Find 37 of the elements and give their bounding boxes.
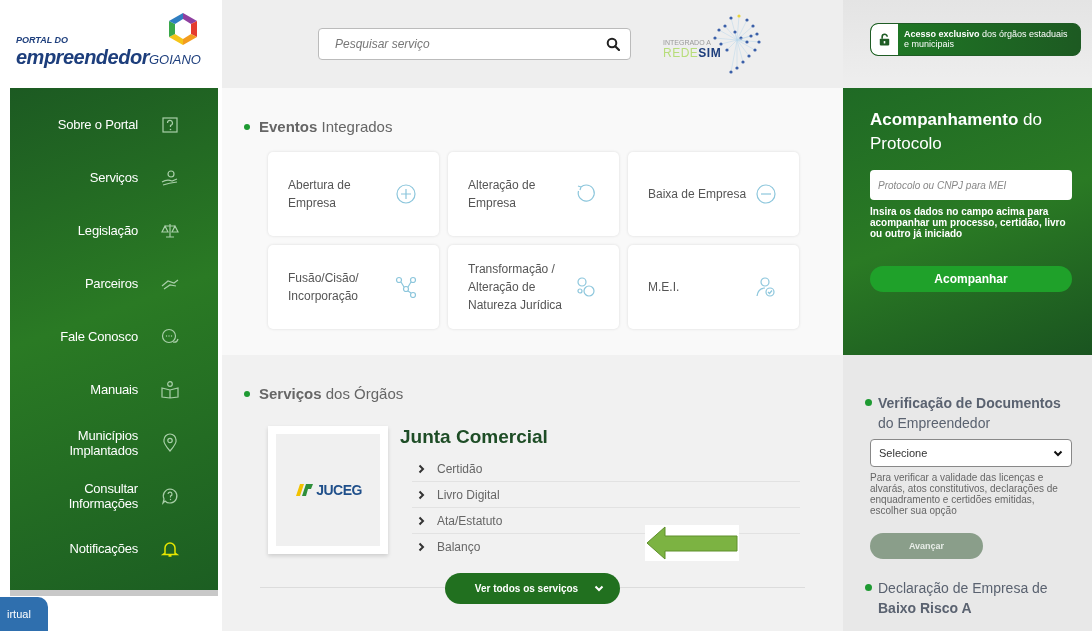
help-text: Insira os dados no campo acima para acompanhar um processo, certidão, livro ou outro já iniciado [870, 206, 1067, 239]
logo-tagline: PORTAL DO [16, 36, 68, 45]
event-card[interactable]: Baixa de Empresa [628, 152, 799, 236]
organ-name: Junta Comercial [400, 426, 549, 448]
track-button[interactable]: Acompanhar [870, 266, 1072, 292]
partner-wordmark: REDESIM [663, 45, 722, 60]
service-link[interactable]: Livro Digital [412, 482, 800, 508]
protocol-field[interactable]: Protocolo ou CNPJ para MEI [870, 170, 1072, 200]
access-button[interactable]: Acesso exclusivo dos órgãos estaduais e municipais [870, 23, 1081, 56]
section-title: Declaração de Empresa de Baixo Risco A [878, 579, 1049, 618]
sidebar-item[interactable]: Municípios Implantados [10, 416, 218, 469]
sidebar-item[interactable]: Legislação [10, 204, 218, 257]
event-card[interactable]: Abertura de Empresa [268, 152, 439, 236]
help-text: Para verificar a validade das licenças e alvarás, atos constitutivos, declarações de enquadramento e certidões emitidas, escolher sua opção [870, 472, 1059, 516]
event-card[interactable]: Transformação / Alteração de Natureza Jurídica [448, 245, 619, 329]
service-link[interactable]: Balanço [412, 534, 800, 559]
event-card[interactable]: M.E.I. [628, 245, 799, 329]
organ-wordmark: JUCEG [316, 482, 362, 498]
event-card[interactable]: Alteração de Empresa [448, 152, 619, 236]
logo-wordmark: empreendedor [16, 45, 149, 69]
view-all-button[interactable]: Ver todos os serviços [444, 573, 621, 604]
sidebar-item[interactable]: Parceiros [10, 257, 218, 310]
panel-title: Acompanhamento do Protocolo [870, 109, 1043, 155]
search-field[interactable]: Pesquisar serviço [318, 28, 631, 60]
event-card[interactable]: Fusão/Cisão/ Incorporação [268, 245, 439, 329]
sidebar-item[interactable]: Manuais [10, 363, 218, 416]
section-title: Serviços dos Órgãos [259, 385, 404, 402]
sidebar-item[interactable]: Notificações [10, 522, 218, 575]
sidebar-item[interactable]: Consultar Informações [10, 469, 218, 522]
section-title: Eventos Integrados [259, 118, 393, 135]
document-select[interactable]: Selecione [870, 439, 1072, 467]
service-link[interactable]: Certidão [412, 456, 800, 482]
sidebar-item[interactable]: Fale Conosco [10, 310, 218, 363]
sidebar-item[interactable]: Serviços [10, 151, 218, 204]
section-title: Verificação de Documentos do Empreendedor [878, 394, 1062, 433]
chat-button[interactable]: irtual [0, 597, 48, 631]
sidebar-item[interactable]: Sobre o Portal [10, 98, 218, 151]
